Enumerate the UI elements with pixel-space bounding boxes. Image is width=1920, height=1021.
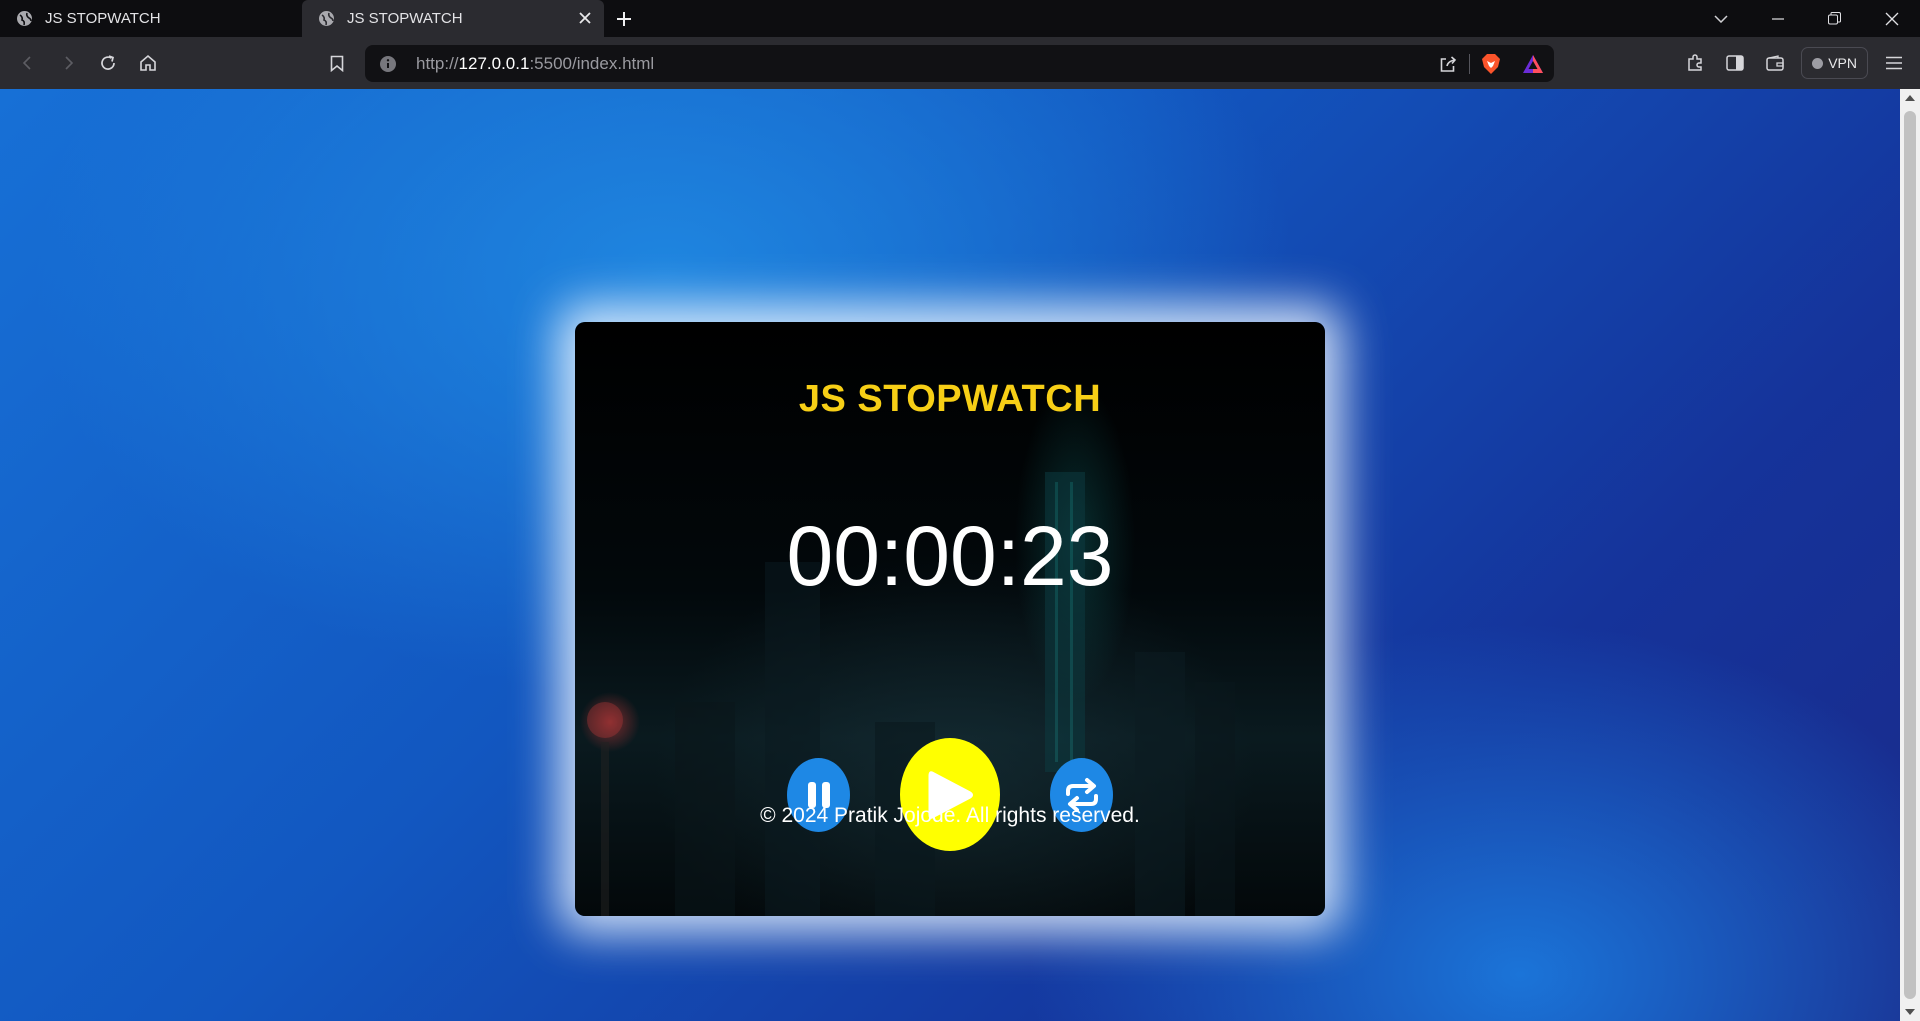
url-scheme: http:// (416, 53, 459, 73)
restore-button[interactable] (1806, 0, 1863, 37)
minimize-icon (1771, 17, 1784, 20)
stopwatch-card: JS STOPWATCH 00:00:23 © 2024 Pratik Jojo… (575, 322, 1325, 916)
plus-icon (617, 11, 631, 26)
globe-icon (16, 10, 33, 27)
hamburger-menu-icon (1886, 56, 1902, 70)
restore-icon (1828, 12, 1841, 25)
timer-display: 00:00:23 (786, 509, 1114, 603)
globe-icon (318, 10, 335, 27)
browser-toolbar: http://127.0.0.1:5500/index.html VPN (0, 37, 1920, 89)
vpn-label: VPN (1828, 55, 1857, 71)
new-tab-button[interactable] (604, 0, 644, 37)
brave-lion-icon (1482, 53, 1500, 74)
url-path: :5500/index.html (529, 53, 655, 73)
brave-shields-button[interactable] (1470, 45, 1512, 82)
vpn-button[interactable]: VPN (1801, 47, 1868, 79)
reload-button[interactable] (88, 43, 128, 83)
close-tab-icon[interactable] (576, 9, 594, 27)
home-button[interactable] (128, 43, 168, 83)
vertical-scrollbar[interactable] (1900, 89, 1920, 1021)
url-host: 127.0.0.1 (458, 53, 530, 73)
minimize-button[interactable] (1749, 0, 1806, 37)
url-text: http://127.0.0.1:5500/index.html (416, 54, 654, 74)
arrow-left-icon (22, 56, 31, 70)
wallet-button[interactable] (1755, 43, 1795, 83)
app-title: JS STOPWATCH (798, 378, 1102, 420)
scroll-down-icon[interactable] (1905, 1009, 1915, 1015)
bookmark-icon (330, 55, 344, 72)
tab-bar: JS STOPWATCH JS STOPWATCH (0, 0, 1920, 37)
extensions-button[interactable] (1675, 43, 1715, 83)
home-icon (140, 54, 156, 71)
scroll-thumb[interactable] (1904, 111, 1916, 999)
wallet-icon (1766, 55, 1784, 71)
tab-title: JS STOPWATCH (45, 10, 161, 27)
reload-icon (101, 55, 115, 70)
scroll-up-icon[interactable] (1905, 95, 1915, 101)
close-window-button[interactable] (1863, 0, 1920, 37)
puzzle-icon (1688, 54, 1702, 71)
bookmark-button[interactable] (317, 43, 357, 83)
tab-2[interactable]: JS STOPWATCH (302, 0, 604, 37)
play-button[interactable] (900, 738, 1000, 851)
chevron-down-icon (1713, 14, 1728, 23)
arrow-right-icon (65, 56, 74, 70)
address-bar-actions (1427, 45, 1554, 82)
close-icon (1885, 12, 1898, 25)
brave-rewards-button[interactable] (1512, 45, 1554, 82)
page-viewport: JS STOPWATCH 00:00:23 © 2024 Pratik Jojo… (0, 89, 1900, 1021)
window-controls (1692, 0, 1920, 37)
menu-button[interactable] (1874, 43, 1914, 83)
toolbar-actions: VPN (1675, 37, 1920, 89)
tab-list-button[interactable] (1692, 0, 1749, 37)
address-bar[interactable]: http://127.0.0.1:5500/index.html (365, 45, 1554, 82)
tab-title: JS STOPWATCH (347, 10, 463, 27)
back-button[interactable] (8, 43, 48, 83)
tab-1[interactable]: JS STOPWATCH (0, 0, 302, 37)
sidebar-icon (1726, 55, 1744, 71)
share-icon (1440, 55, 1457, 72)
copyright-text: © 2024 Pratik Jojode. All rights reserve… (760, 804, 1140, 827)
forward-button[interactable] (48, 43, 88, 83)
rewards-triangle-icon (1523, 54, 1543, 73)
share-button[interactable] (1427, 45, 1469, 82)
vpn-status-icon (1812, 57, 1824, 69)
site-info-icon[interactable] (378, 54, 398, 74)
sidebar-button[interactable] (1715, 43, 1755, 83)
